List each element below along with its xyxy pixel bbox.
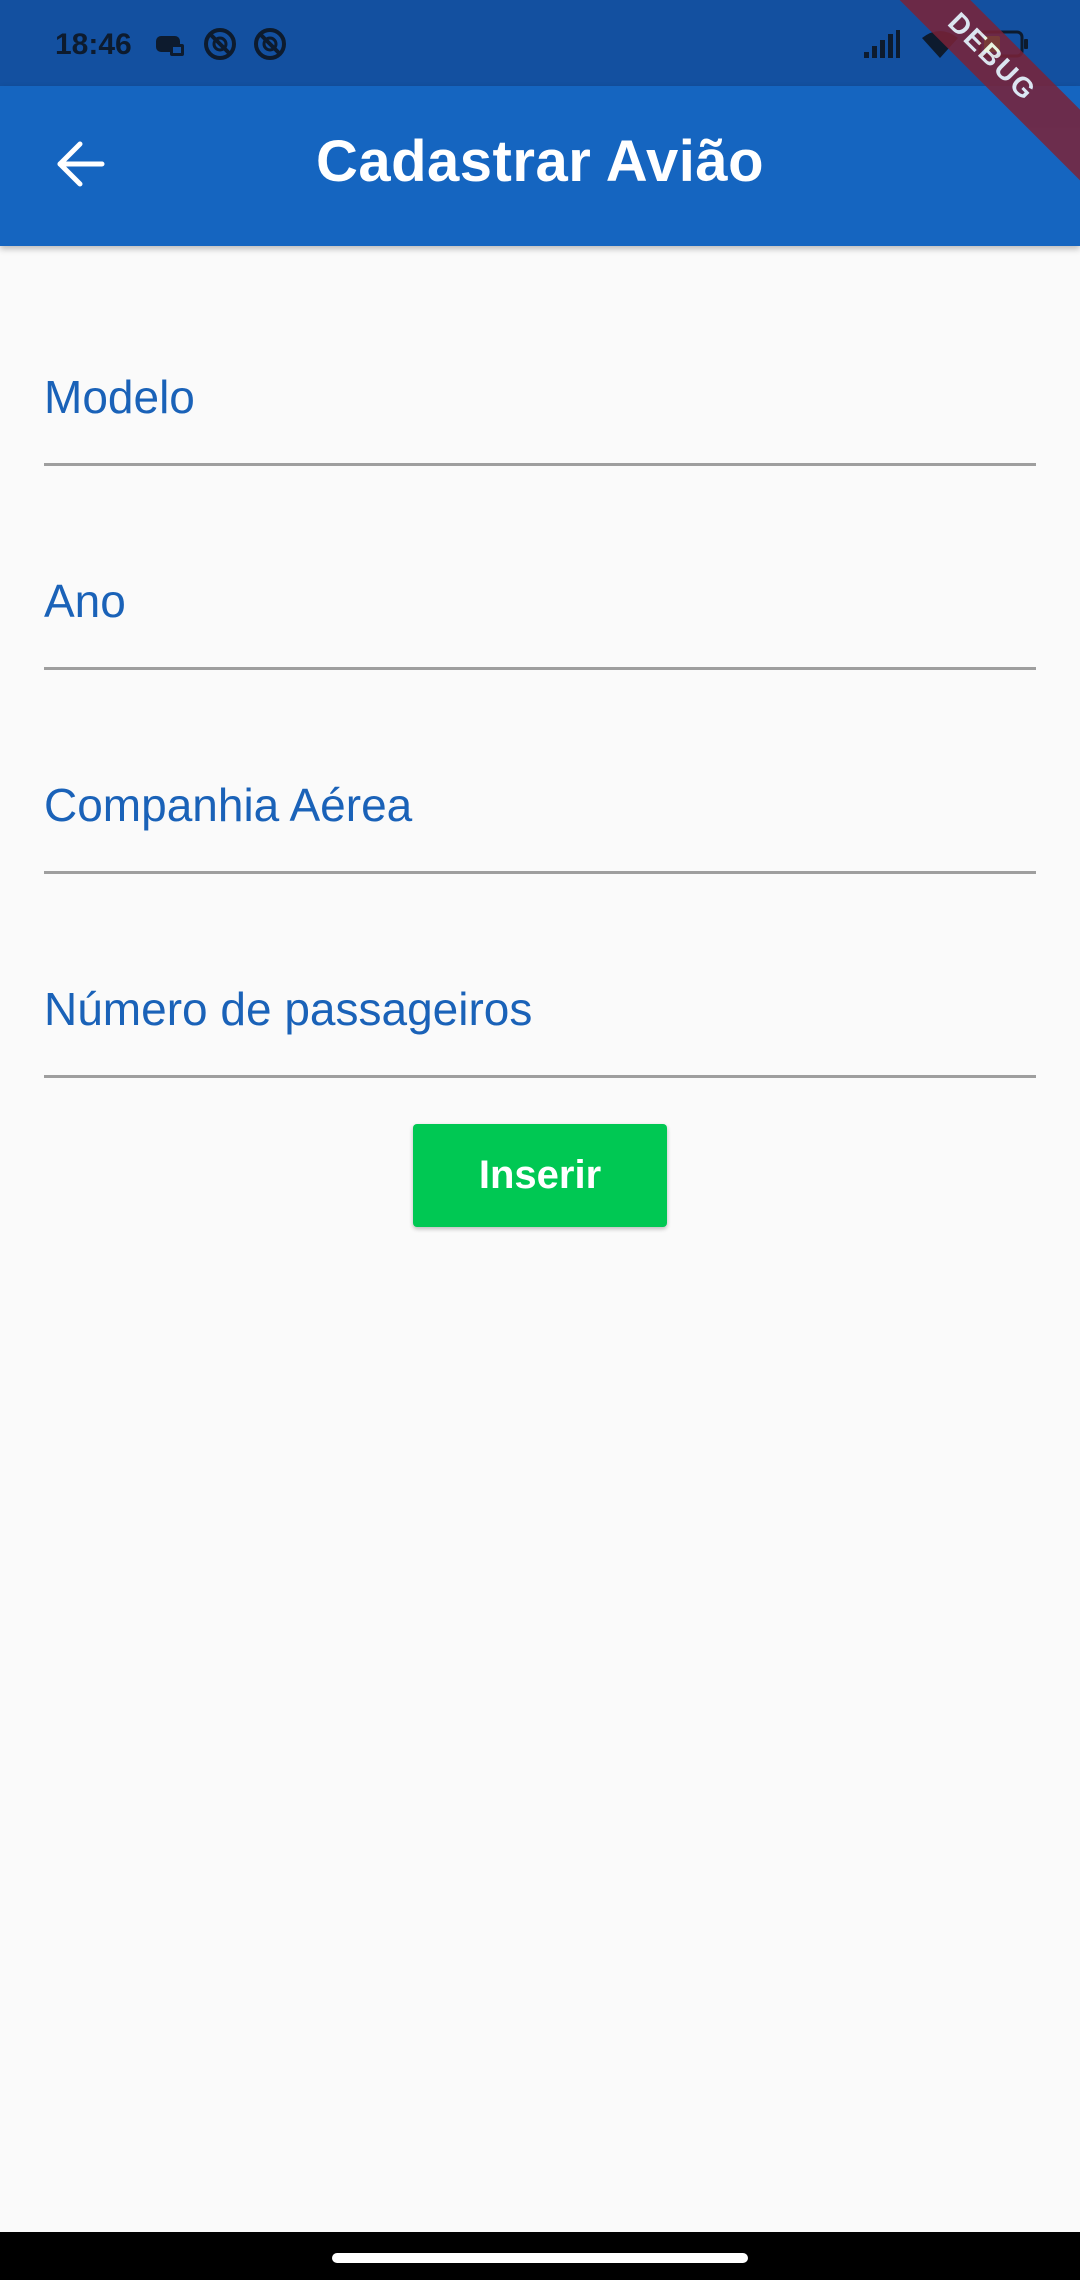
numero-passageiros-field-label: Número de passageiros bbox=[44, 983, 533, 1035]
field-underline bbox=[44, 871, 1036, 874]
signal-icon bbox=[862, 28, 902, 65]
no-disturb-icon bbox=[202, 26, 238, 67]
numero-passageiros-field[interactable]: Número de passageiros bbox=[44, 958, 1036, 1078]
modelo-field-label: Modelo bbox=[44, 371, 195, 423]
app-bar: Cadastrar Avião bbox=[0, 86, 1080, 246]
ano-field-label: Ano bbox=[44, 575, 126, 627]
gamepad-icon bbox=[152, 26, 188, 67]
modelo-field[interactable]: Modelo bbox=[44, 346, 1036, 466]
status-time: 18:46 bbox=[55, 28, 132, 61]
companhia-aerea-field-label: Companhia Aérea bbox=[44, 779, 413, 831]
ano-field[interactable]: Ano bbox=[44, 550, 1036, 670]
no-disturb-icon bbox=[252, 26, 288, 67]
companhia-aerea-field[interactable]: Companhia Aérea bbox=[44, 754, 1036, 874]
status-left-icons bbox=[152, 26, 288, 67]
field-underline bbox=[44, 1075, 1036, 1078]
inserir-button[interactable]: Inserir bbox=[413, 1124, 667, 1227]
field-underline bbox=[44, 667, 1036, 670]
page-title: Cadastrar Avião bbox=[315, 129, 765, 194]
field-underline bbox=[44, 463, 1036, 466]
home-indicator[interactable] bbox=[332, 2253, 748, 2263]
